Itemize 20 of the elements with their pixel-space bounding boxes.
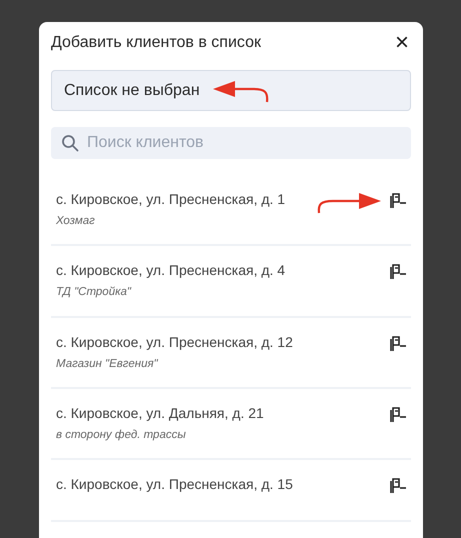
- document-minus-icon[interactable]: [389, 336, 407, 352]
- client-address: с. Кировское, ул. Пресненская, д. 15: [56, 475, 293, 494]
- client-address: с. Кировское, ул. Пресненская, д. 12: [56, 332, 293, 352]
- client-note: Магазин "Евгения": [56, 356, 159, 372]
- search-field[interactable]: Поиск клиентов: [51, 127, 411, 159]
- client-note: ТД "Стройка": [56, 285, 132, 300]
- list-select[interactable]: Список не выбран: [51, 70, 411, 111]
- document-minus-icon[interactable]: [389, 406, 407, 423]
- client-note: Хозмаг: [56, 214, 96, 229]
- annotation-arrow: [213, 80, 269, 103]
- annotation-arrow: [317, 192, 383, 214]
- client-address: с. Кировское, ул. Дальняя, д. 21: [56, 404, 264, 423]
- client-note: в сторону фед. трассы: [56, 428, 187, 443]
- client-address: с. Кировское, ул. Пресненская, д. 4: [56, 261, 286, 280]
- close-button[interactable]: ×: [392, 31, 411, 55]
- client-address: с. Кировское, ул. Пресненская, д. 1: [56, 190, 286, 209]
- document-minus-icon[interactable]: [389, 264, 407, 280]
- document-minus-icon[interactable]: [389, 193, 407, 209]
- document-minus-icon[interactable]: [389, 478, 407, 494]
- modal-title: Добавить клиентов в список: [51, 33, 261, 53]
